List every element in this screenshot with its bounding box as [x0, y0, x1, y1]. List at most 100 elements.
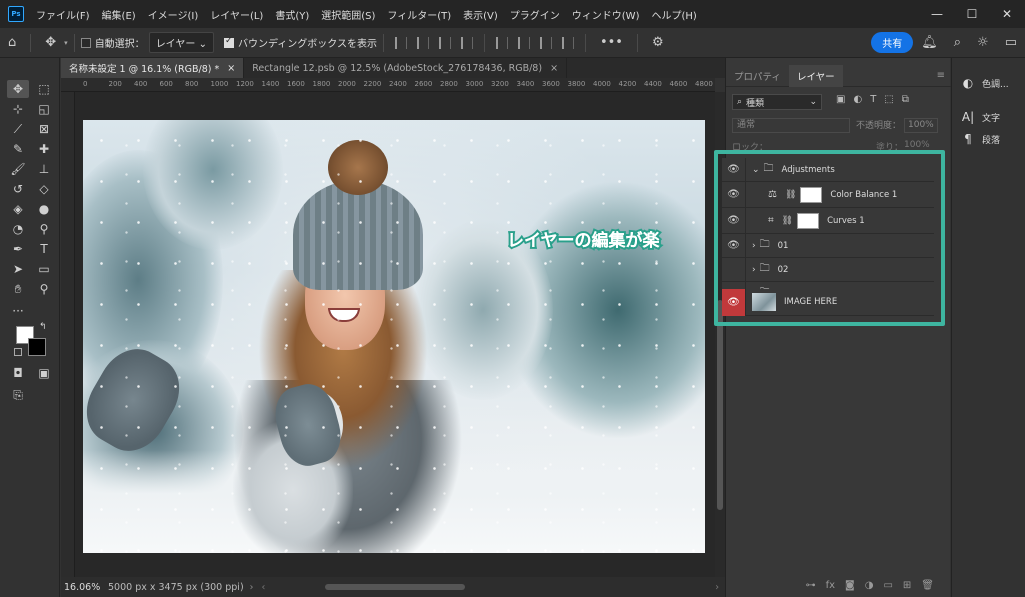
share-button[interactable]: 共有 [871, 32, 914, 53]
edit-toolbar-icon[interactable]: ⎘ [7, 386, 29, 404]
scroll-left-icon[interactable]: ‹ [261, 582, 265, 593]
pen-tool-icon[interactable]: ✒ [7, 240, 29, 258]
canvas-area[interactable] [75, 92, 715, 577]
close-icon[interactable]: ✕ [990, 0, 1024, 28]
smart-object-filter-icon[interactable]: ⧉ [902, 94, 909, 105]
eyedropper-tool-icon[interactable]: ✎ [7, 140, 29, 158]
blur-tool-icon[interactable]: ● [33, 200, 55, 218]
menu-file[interactable]: ファイル(F) [30, 7, 96, 22]
new-group-icon[interactable]: ▭ [883, 580, 892, 591]
dodge-tool-icon[interactable]: ◔ [7, 220, 29, 238]
opacity-field[interactable]: 100% [904, 118, 938, 133]
healing-brush-icon[interactable]: ✚ [33, 140, 55, 158]
auto-select-dropdown[interactable]: レイヤー ⌄ [148, 32, 214, 53]
menu-edit[interactable]: 編集(E) [96, 7, 142, 22]
artboard-tool-icon[interactable]: ⊹ [7, 100, 29, 118]
align-center-icon[interactable] [416, 36, 429, 49]
scrollbar-thumb[interactable] [717, 300, 723, 510]
screen-mode-icon[interactable]: ▣ [33, 364, 55, 382]
quick-mask-icon[interactable]: ◘ [7, 364, 29, 382]
menu-help[interactable]: ヘルプ(H) [645, 7, 702, 22]
menu-filter[interactable]: フィルター(T) [381, 7, 457, 22]
minimize-icon[interactable]: — [920, 0, 954, 28]
align-top-icon[interactable] [495, 36, 508, 49]
gear-icon[interactable]: ⚙ [652, 35, 664, 50]
menu-view[interactable]: 表示(V) [457, 7, 504, 22]
document-image[interactable] [83, 120, 705, 553]
distribute-icon[interactable] [460, 36, 473, 49]
adjustment-layer-icon[interactable]: ◑ [865, 580, 874, 591]
menu-image[interactable]: イメージ(I) [142, 7, 205, 22]
color-adjust-panel-button[interactable]: ◐ 色調... [960, 76, 1009, 90]
horizontal-scrollbar-thumb[interactable] [325, 584, 466, 590]
zoom-tool-icon[interactable]: ⚲ [33, 280, 55, 298]
hand-tool-icon[interactable]: ✋︎ [7, 280, 29, 298]
move-tool-icon[interactable]: ✥ [45, 35, 56, 50]
bell-icon[interactable]: 🔔︎ [921, 35, 938, 50]
tab-document-2[interactable]: Rectangle 12.psb @ 12.5% (AdobeStock_276… [244, 58, 568, 78]
more-icon[interactable]: ••• [600, 35, 623, 50]
select-subject-icon[interactable]: ◱ [33, 100, 55, 118]
align-middle-icon[interactable] [517, 36, 530, 49]
auto-select-checkbox[interactable] [80, 37, 91, 48]
paragraph-panel-button[interactable]: ¶ 段落 [960, 132, 1000, 146]
distribute-vertical-icon[interactable] [561, 36, 574, 49]
bounding-box-checkbox[interactable] [223, 36, 234, 48]
menu-plugins[interactable]: プラグイン [504, 7, 566, 22]
maximize-icon[interactable]: ☐ [955, 0, 989, 28]
move-tool-icon[interactable]: ✥ [7, 80, 29, 98]
tab-properties[interactable]: プロパティ [726, 65, 789, 87]
new-layer-icon[interactable]: ⊞ [903, 580, 911, 591]
paint-bucket-icon[interactable]: ◈ [7, 200, 29, 218]
lasso-tool-icon[interactable]: ⟋ [7, 120, 29, 138]
learn-icon[interactable]: ☼ [977, 35, 989, 50]
ruler-tick-label: 1000 [210, 80, 229, 88]
more-tools-icon[interactable]: ··· [7, 302, 29, 320]
close-icon[interactable]: × [550, 63, 558, 74]
scroll-right-icon[interactable]: › [715, 582, 719, 593]
fill-field[interactable]: 100% [904, 140, 930, 150]
stamp-tool-icon[interactable]: ⊥ [33, 160, 55, 178]
menu-select[interactable]: 選択範囲(S) [315, 7, 381, 22]
home-icon[interactable]: ⌂ [8, 35, 16, 50]
align-bottom-icon[interactable] [539, 36, 552, 49]
type-filter-icon[interactable]: T [870, 94, 876, 105]
menu-bar: Ps ファイル(F) 編集(E) イメージ(I) レイヤー(L) 書式(Y) 選… [0, 0, 1025, 28]
layer-filter-dropdown[interactable]: ⌕ 種類 ⌄ [732, 94, 822, 110]
menu-window[interactable]: ウィンドウ(W) [566, 7, 646, 22]
tab-layers[interactable]: レイヤー [788, 65, 843, 87]
default-colors-icon[interactable] [14, 348, 22, 356]
adjustment-filter-icon[interactable]: ◐ [853, 94, 862, 105]
history-brush-icon[interactable]: ↺ [7, 180, 29, 198]
align-right-icon[interactable] [438, 36, 451, 49]
zoom-detail-icon[interactable]: ⚲ [33, 220, 55, 238]
link-icon[interactable]: ⊶ [806, 580, 816, 591]
zoom-level[interactable]: 16.06% [64, 582, 108, 593]
tab-document-1[interactable]: 名称未設定 1 @ 16.1% (RGB/8) * × [61, 58, 245, 78]
rectangle-tool-icon[interactable]: ▭ [33, 260, 55, 278]
trash-icon[interactable]: 🗑︎ [921, 580, 934, 591]
type-tool-icon[interactable]: T [33, 240, 55, 258]
close-icon[interactable]: × [227, 63, 235, 74]
brush-tool-icon[interactable]: 🖌︎ [7, 160, 29, 178]
swap-colors-icon[interactable]: ↰ [39, 322, 47, 332]
menu-type[interactable]: 書式(Y) [269, 7, 315, 22]
eraser-tool-icon[interactable]: ◇ [33, 180, 55, 198]
background-color-swatch[interactable] [28, 338, 46, 356]
path-select-icon[interactable]: ➤ [7, 260, 29, 278]
chevron-right-icon[interactable]: › [250, 582, 254, 593]
blend-mode-dropdown[interactable]: 通常 [732, 118, 850, 133]
image-filter-icon[interactable]: ▣ [836, 94, 845, 105]
menu-layer[interactable]: レイヤー(L) [204, 7, 269, 22]
fx-icon[interactable]: fx [826, 580, 835, 591]
search-icon[interactable]: ⌕ [954, 35, 961, 50]
crop-tool-icon[interactable]: ⊠ [33, 120, 55, 138]
workspace-icon[interactable]: ▭ [1005, 35, 1017, 50]
panel-menu-icon[interactable]: ≡ [937, 65, 945, 86]
character-panel-button[interactable]: A| 文字 [960, 110, 1000, 124]
marquee-tool-icon[interactable]: ⬚ [33, 80, 55, 98]
align-left-icon[interactable] [394, 36, 407, 49]
shape-filter-icon[interactable]: ⬚ [884, 94, 893, 105]
auto-select-label: 自動選択： [94, 39, 145, 50]
add-mask-icon[interactable]: ◙ [845, 580, 855, 591]
